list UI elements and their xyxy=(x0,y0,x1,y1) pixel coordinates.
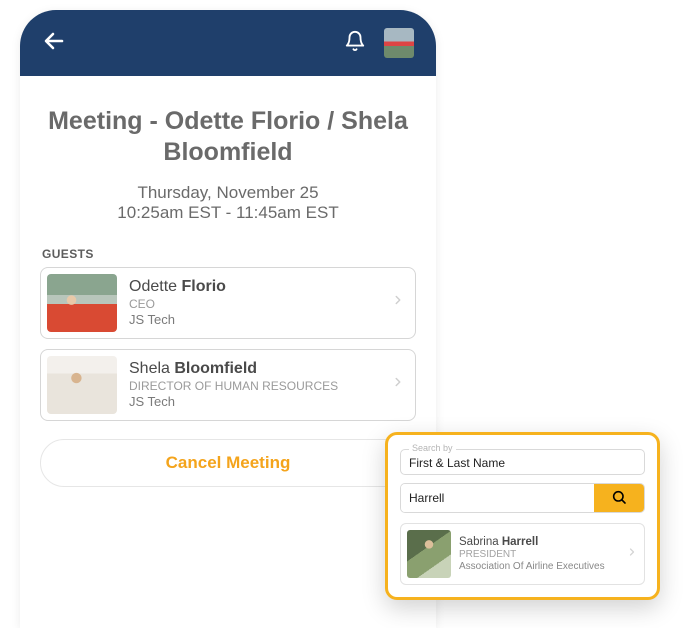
search-row xyxy=(400,483,645,513)
app-header xyxy=(20,10,436,76)
cancel-meeting-button[interactable]: Cancel Meeting xyxy=(40,439,416,487)
search-mode-legend: Search by xyxy=(409,443,456,453)
result-org: Association Of Airline Executives xyxy=(459,561,626,573)
meeting-detail-body: Meeting - Odette Florio / Shela Bloomfie… xyxy=(20,76,436,487)
guest-name: Odette Florio xyxy=(129,278,391,296)
guest-info: Odette Florio CEO JS Tech xyxy=(129,278,391,327)
guest-company: JS Tech xyxy=(129,312,391,327)
chevron-right-icon xyxy=(626,545,638,563)
result-photo xyxy=(407,530,451,578)
guests-section-label: GUESTS xyxy=(42,247,416,261)
profile-avatar[interactable] xyxy=(384,28,414,58)
chevron-right-icon xyxy=(391,293,405,312)
search-popup: Search by First & Last Name Sabrina Harr… xyxy=(385,432,660,600)
guest-name: Shela Bloomfield xyxy=(129,360,391,378)
guest-role: DIRECTOR OF HUMAN RESOURCES xyxy=(129,379,391,393)
chevron-right-icon xyxy=(391,375,405,394)
notifications-bell-icon[interactable] xyxy=(344,30,366,57)
meeting-title: Meeting - Odette Florio / Shela Bloomfie… xyxy=(40,100,416,183)
guest-photo xyxy=(47,274,117,332)
guest-card[interactable]: Shela Bloomfield DIRECTOR OF HUMAN RESOU… xyxy=(40,349,416,421)
guest-role: CEO xyxy=(129,297,391,311)
search-input[interactable] xyxy=(401,484,594,512)
meeting-date: Thursday, November 25 xyxy=(40,183,416,203)
result-role: PRESIDENT xyxy=(459,549,626,560)
search-result-card[interactable]: Sabrina Harrell PRESIDENT Association Of… xyxy=(400,523,645,585)
search-mode-select[interactable]: Search by First & Last Name xyxy=(400,449,645,475)
search-icon xyxy=(611,489,627,508)
result-info: Sabrina Harrell PRESIDENT Association Of… xyxy=(459,536,626,573)
phone-frame: Meeting - Odette Florio / Shela Bloomfie… xyxy=(20,10,436,628)
guest-company: JS Tech xyxy=(129,394,391,409)
guest-photo xyxy=(47,356,117,414)
search-mode-value: First & Last Name xyxy=(409,456,636,470)
back-arrow-icon[interactable] xyxy=(42,29,66,58)
meeting-time: 10:25am EST - 11:45am EST xyxy=(40,203,416,223)
search-button[interactable] xyxy=(594,484,644,512)
guest-info: Shela Bloomfield DIRECTOR OF HUMAN RESOU… xyxy=(129,360,391,409)
guest-card[interactable]: Odette Florio CEO JS Tech xyxy=(40,267,416,339)
result-name: Sabrina Harrell xyxy=(459,536,626,548)
